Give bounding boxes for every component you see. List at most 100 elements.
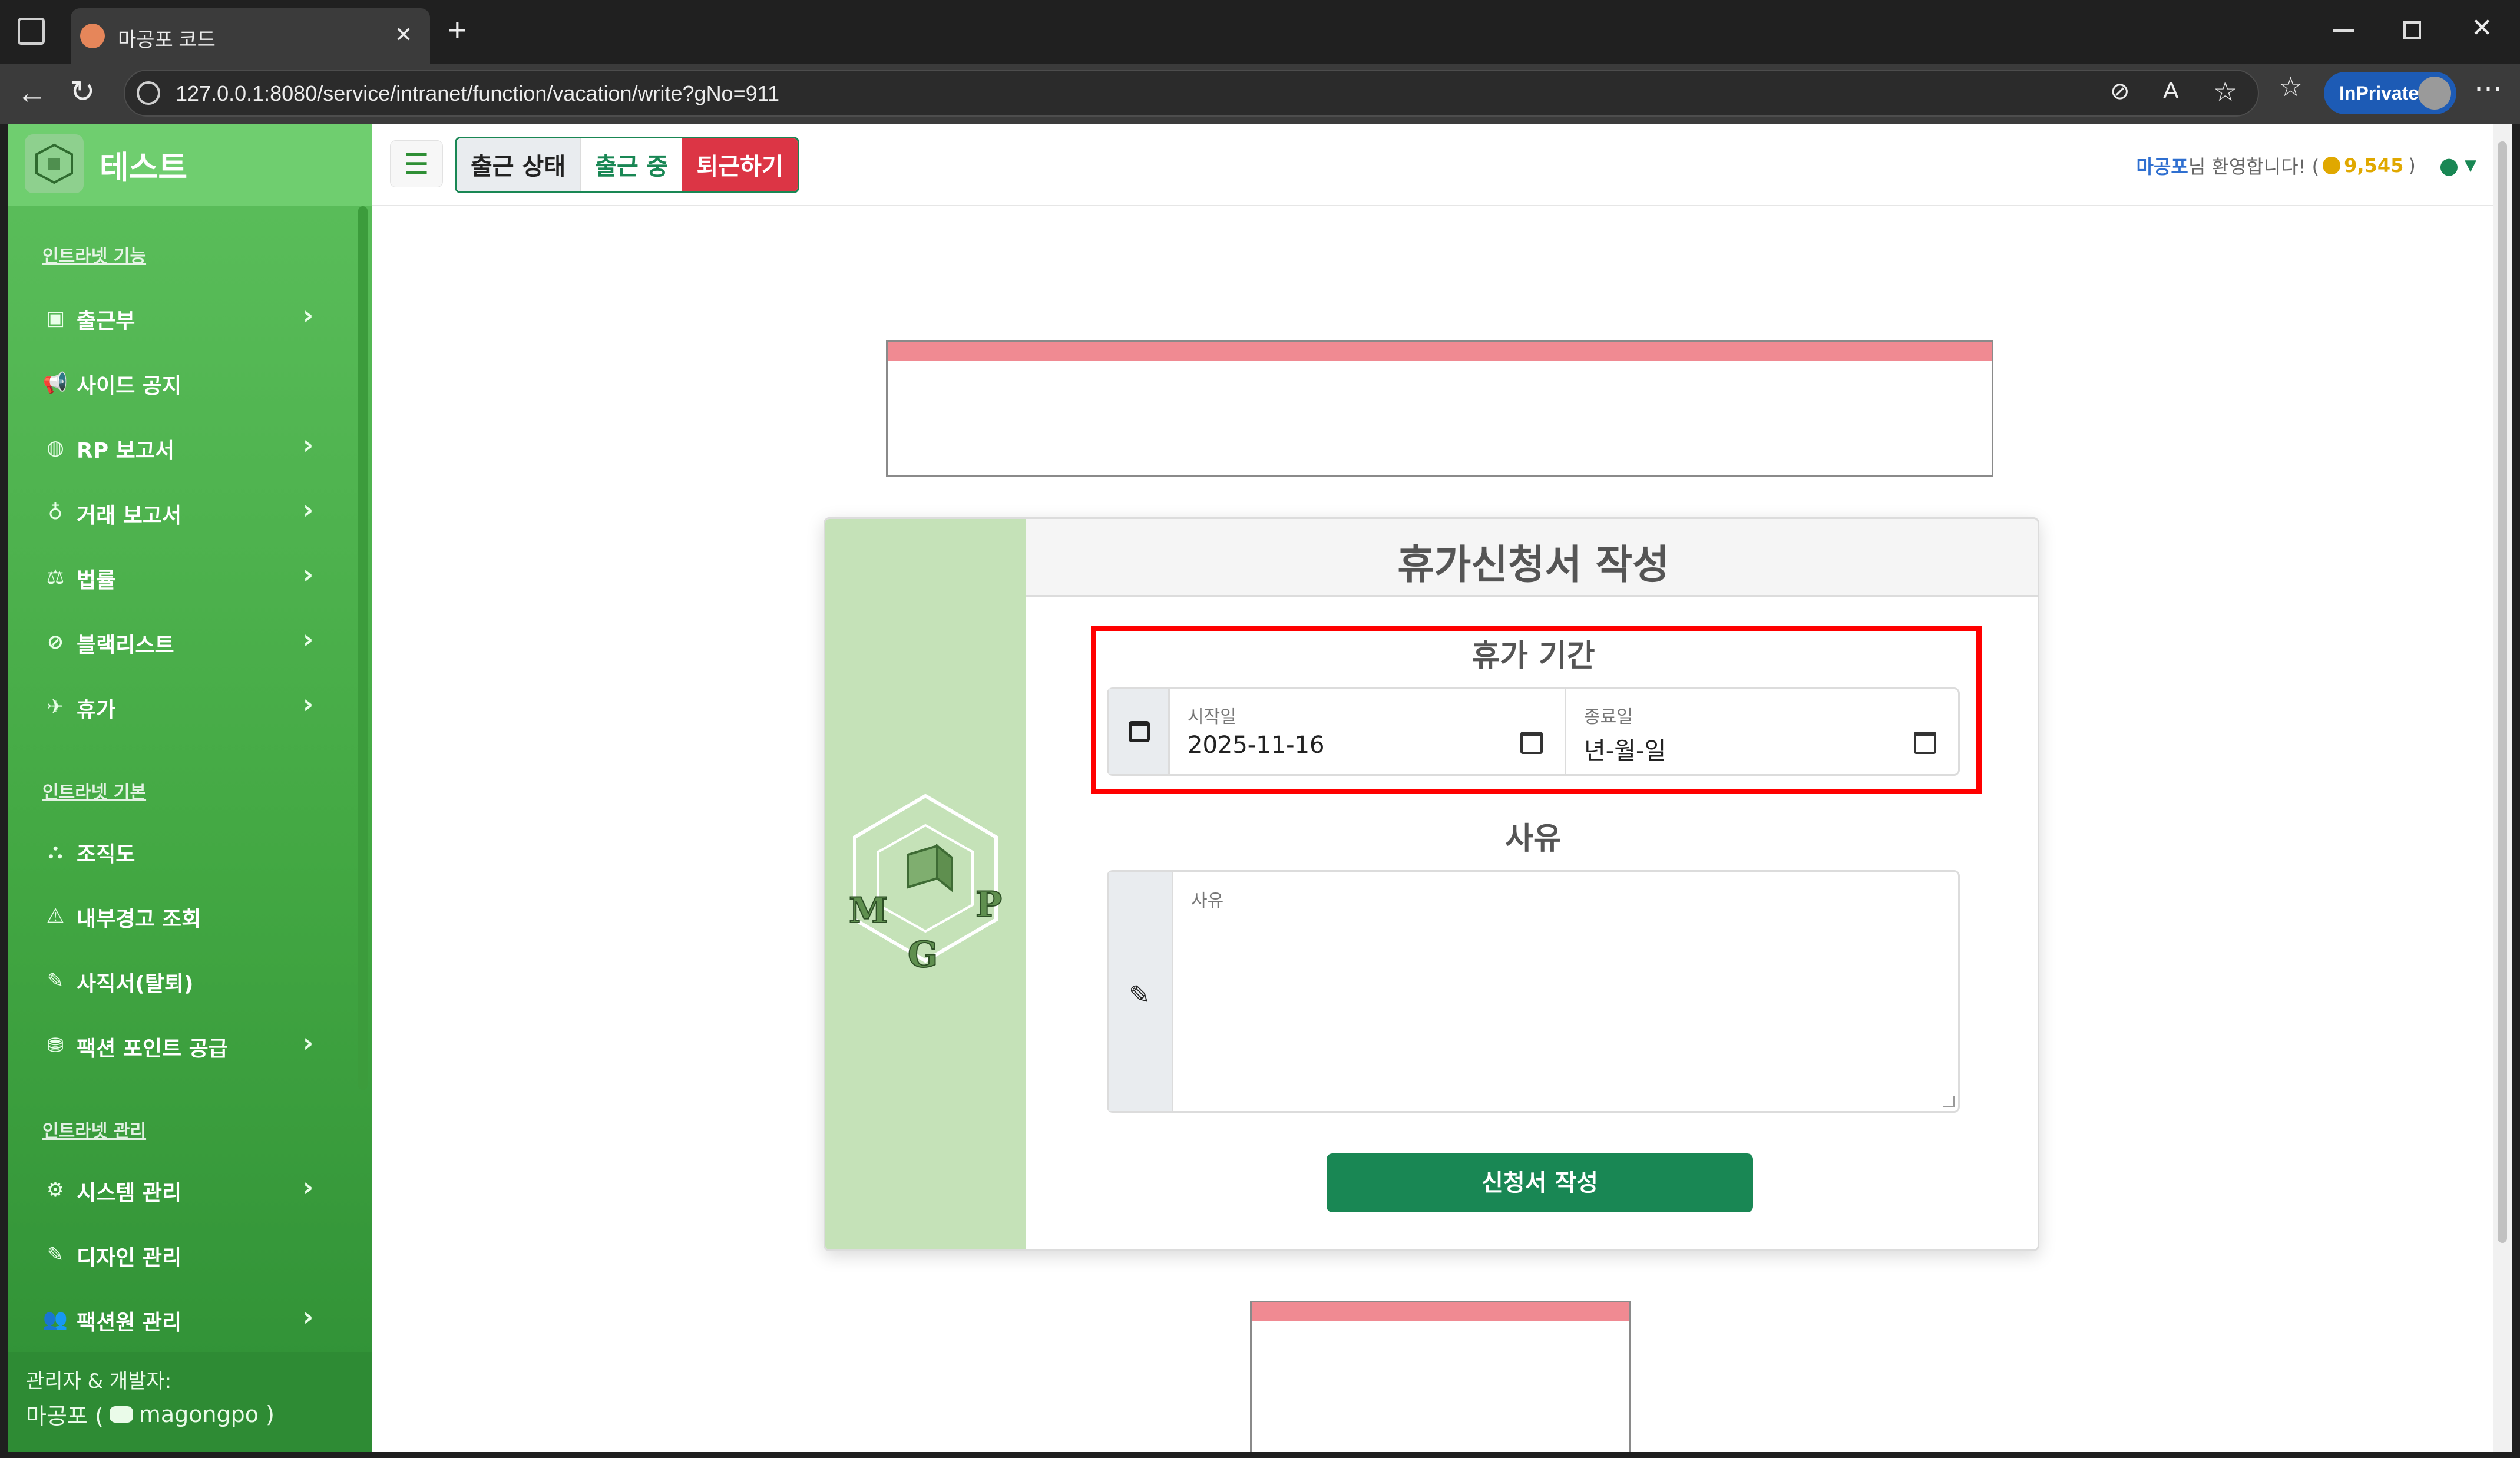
browser-tab-bar: 마공포 코드 ✕ + ✕ [0,0,2520,64]
read-aloud-icon[interactable]: A [2163,78,2179,104]
warning-icon: ⚠ [46,904,65,928]
inprivate-badge[interactable]: InPrivate [2324,72,2456,114]
svg-text:M: M [849,890,888,931]
back-icon[interactable]: ← [16,75,47,111]
sidebar-item-label: 출근부 [77,309,135,333]
sitemap-icon: ⛬ [48,839,62,863]
user-icon: ● [2439,153,2459,178]
sidebar-item-label: 사직서(탈퇴) [77,972,194,996]
discord-icon [109,1406,133,1423]
favorites-icon[interactable]: ☆ [2278,71,2303,103]
sidebar-item-rp-report[interactable]: ◍ RP 보고서 › [8,418,362,477]
developer-handle: magongpo ) [138,1401,275,1427]
chevron-right-icon: › [303,300,314,330]
attendance-group: 출근 상태 출근 중 퇴근하기 [455,137,799,193]
url-box[interactable]: 127.0.0.1:8080/service/intranet/function… [124,70,2259,117]
sidebar-item-label: 사이드 공지 [77,374,182,398]
site-info-icon[interactable] [137,81,160,105]
web-page: 테스트 인트라넷 기능 ▣ 출근부 › 📢 사이드 공지 ◍ RP 보고서 › … [8,124,2512,1452]
gamepad-icon: ◍ [47,436,64,459]
pen-icon: ✎ [47,969,64,993]
sidebar-item-label: 법률 [77,568,116,593]
pen-icon: ✎ [47,1243,64,1267]
coins-icon [2323,157,2341,174]
tab-title: 마공포 코드 [118,29,216,51]
welcome-message: 마공포 님 환영합니다! ( 9,545 ) ● ▼ [2137,152,2477,179]
sidebar-item-resignation[interactable]: ✎ 사직서(탈퇴) [8,951,362,1010]
sidebar-brand[interactable]: 테스트 [8,124,372,206]
profile-avatar [2418,77,2451,110]
sidebar-item-label: 팩션원 관리 [77,1311,182,1335]
brand-name: 테스트 [100,149,188,186]
favorite-star-icon[interactable]: ☆ [2213,75,2237,107]
page-scrollbar-thumb[interactable] [2498,141,2507,1243]
sidebar: 테스트 인트라넷 기능 ▣ 출근부 › 📢 사이드 공지 ◍ RP 보고서 › … [8,124,372,1452]
sidebar-item-attendance[interactable]: ▣ 출근부 › [8,289,362,348]
section-heading: 인트라넷 기본 [42,782,147,803]
reason-addon: ✎ [1109,872,1173,1111]
highlight-box [1091,626,1982,794]
browser-tab[interactable]: 마공포 코드 ✕ [71,8,430,64]
top-banner-box [886,340,1993,477]
sidebar-item-label: 조직도 [77,842,135,867]
sidebar-item-member-admin[interactable]: 👥 팩션원 관리 › [8,1290,362,1349]
tracking-prevention-icon[interactable]: ⊘ [2110,78,2130,105]
users-icon: 👥 [42,1308,68,1331]
sidebar-item-vacation[interactable]: ✈ 휴가 › [8,677,362,736]
sidebar-item-label: 시스템 관리 [77,1181,182,1205]
sidebar-item-blacklist[interactable]: ⊘ 블랙리스트 › [8,613,362,672]
svg-text:P: P [975,884,1002,925]
sidebar-item-system-admin[interactable]: ⚙ 시스템 관리 › [8,1161,362,1219]
bottom-banner-box [1250,1301,1631,1452]
chevron-right-icon: › [303,1302,314,1332]
url-text[interactable]: 127.0.0.1:8080/service/intranet/function… [176,81,779,106]
sidebar-item-label: 휴가 [77,698,116,722]
sidebar-item-faction-points[interactable]: ⛃ 팩션 포인트 공급 › [8,1016,362,1075]
card-header: 휴가신청서 작성 [1026,519,2038,597]
sidebar-item-org-chart[interactable]: ⛬ 조직도 [8,822,362,881]
sidebar-item-side-notice[interactable]: 📢 사이드 공지 [8,353,362,412]
brand-logo [25,134,84,193]
section-heading: 인트라넷 관리 [42,1121,147,1142]
top-header: ☰ 출근 상태 출근 중 퇴근하기 마공포 님 환영합니다! ( 9,545 )… [372,124,2512,206]
megaphone-icon: 📢 [42,371,68,395]
sidebar-item-label: 내부경고 조회 [77,907,201,931]
scale-icon: ⚖ [46,566,65,589]
mgp-logo: M G P [848,794,1003,973]
book-icon: ▣ [45,306,65,330]
sidebar-item-law[interactable]: ⚖ 법률 › [8,548,362,607]
sidebar-item-label: 디자인 관리 [77,1246,182,1270]
sidebar-item-label: 팩션 포인트 공급 [77,1037,228,1061]
tab-close-icon[interactable]: ✕ [395,22,412,47]
reload-icon[interactable]: ↻ [70,74,95,110]
submit-application-button[interactable]: 신청서 작성 [1327,1153,1753,1212]
sidebar-item-internal-warning[interactable]: ⚠ 내부경고 조회 [8,887,362,945]
tab-favicon-icon [80,24,105,48]
user-menu[interactable]: ● ▼ [2439,153,2476,178]
moneybag-icon: ♁ [48,501,63,524]
window-close-icon[interactable]: ✕ [2471,13,2493,43]
menu-toggle-button[interactable]: ☰ [390,140,443,187]
points-value: 9,545 [2344,154,2404,177]
reason-textarea[interactable]: 사유 [1173,872,1958,1111]
sidebar-footer: 관리자 & 개발자: 마공포 ( magongpo ) [8,1352,372,1452]
footer-developer[interactable]: 마공포 ( magongpo ) [26,1398,275,1430]
sidebar-item-trade-report[interactable]: ♁ 거래 보고서 › [8,483,362,542]
sidebar-item-label: RP 보고서 [77,439,174,463]
maximize-icon[interactable] [2403,21,2421,39]
chevron-down-icon: ▼ [2465,157,2476,174]
chevron-right-icon: › [303,495,314,525]
plane-icon: ✈ [47,695,64,719]
sidebar-item-design-admin[interactable]: ✎ 디자인 관리 [8,1225,362,1284]
leave-work-button[interactable]: 퇴근하기 [682,138,798,191]
more-options-icon[interactable]: ⋯ [2474,72,2502,105]
sidebar-toggle-icon[interactable] [18,18,45,45]
resize-handle-icon[interactable] [1943,1096,1955,1107]
coins-icon: ⛃ [47,1034,64,1057]
chevron-right-icon: › [303,430,314,460]
new-tab-icon[interactable]: + [448,11,467,49]
banner-pink-bar [1252,1302,1629,1321]
section-heading: 인트라넷 기능 [42,246,147,267]
minimize-icon[interactable] [2333,29,2354,32]
reason-group: ✎ 사유 [1107,870,1960,1113]
